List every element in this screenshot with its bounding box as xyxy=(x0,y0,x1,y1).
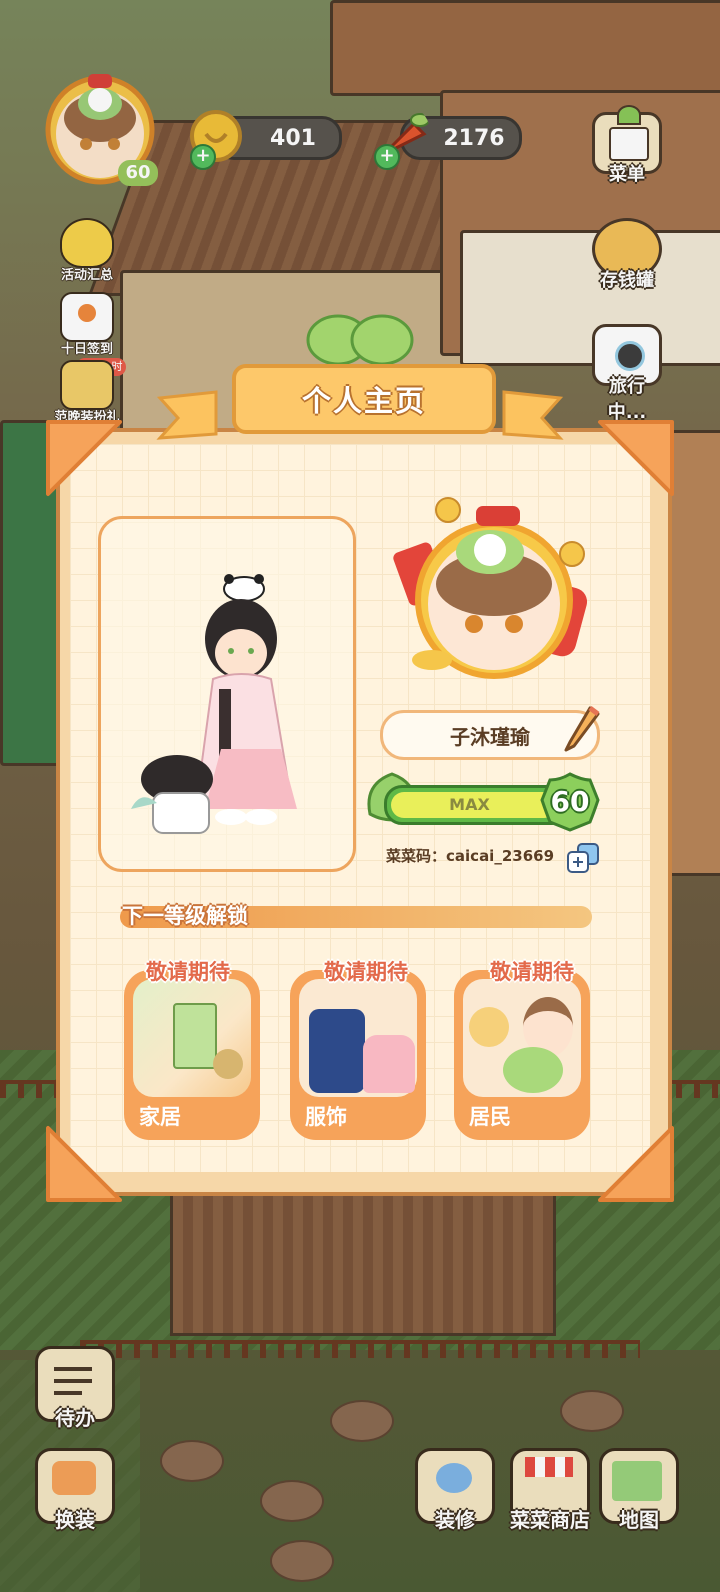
leaf-sprout-icon xyxy=(306,314,414,366)
corner-ornament-top-left-icon xyxy=(46,420,122,496)
dialog-title-banner: 个人主页 xyxy=(232,364,496,434)
player-portrait-icon[interactable] xyxy=(392,490,602,690)
level-status-text: MAX xyxy=(449,795,490,814)
player-code-label: 菜菜码： xyxy=(386,847,447,865)
unlock-label-furniture: 家居 xyxy=(139,1105,181,1129)
character-preview xyxy=(98,516,356,872)
next-level-section-title: 下一等级解锁 xyxy=(122,904,248,928)
residents-preview-icon xyxy=(463,979,581,1097)
corner-ornament-bottom-right-icon xyxy=(598,1126,674,1202)
player-code-row: 菜菜码：caicai_23669 xyxy=(386,845,554,866)
dialog-title: 个人主页 xyxy=(301,384,426,418)
unlock-label-residents: 居民 xyxy=(469,1105,511,1129)
coming-soon-tag-residents: 敬请期待 xyxy=(490,960,574,984)
coming-soon-tag-furniture: 敬请期待 xyxy=(146,960,230,984)
unlock-label-clothing: 服饰 xyxy=(305,1105,347,1129)
edit-pencil-icon[interactable] xyxy=(560,700,604,752)
coming-soon-tag-clothing: 敬请期待 xyxy=(324,960,408,984)
player-code-value: caicai_23669 xyxy=(446,847,555,865)
unlock-card-clothing[interactable]: 服饰 xyxy=(290,970,426,1140)
corner-ornament-top-right-icon xyxy=(598,420,674,496)
corner-ornament-bottom-left-icon xyxy=(46,1126,122,1202)
unlock-card-furniture[interactable]: 家居 xyxy=(124,970,260,1140)
clothing-preview-icon xyxy=(299,979,417,1097)
furniture-preview-icon xyxy=(133,979,251,1097)
player-name: 子沐瑾瑜 xyxy=(450,724,530,749)
copy-code-icon[interactable] xyxy=(566,842,602,874)
character-sprite-icon xyxy=(131,574,297,834)
unlock-card-residents[interactable]: 居民 xyxy=(454,970,590,1140)
level-number: 60 xyxy=(550,785,590,818)
